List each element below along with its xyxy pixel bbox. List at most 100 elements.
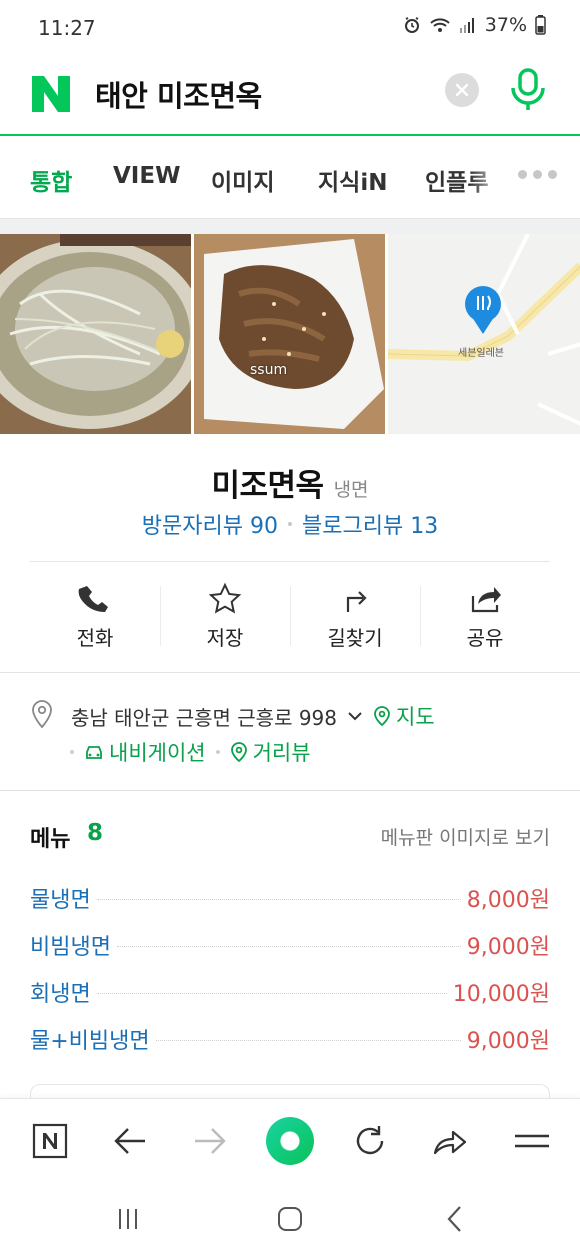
search-tabs: 통합 VIEW 이미지 지식iN 인플루 <box>0 136 580 218</box>
refresh-button[interactable] <box>348 1119 392 1163</box>
browser-toolbar <box>0 1098 580 1182</box>
green-dot-icon[interactable] <box>266 1117 314 1165</box>
directions-icon <box>346 591 367 612</box>
menu-item-name: 물냉면 <box>30 881 97 914</box>
alarm-icon <box>404 17 419 33</box>
more-dots-icon[interactable] <box>518 170 557 179</box>
menu-count: 8 <box>87 820 104 846</box>
menu-item[interactable]: 물+비빔냉면 9,000원 <box>30 1015 550 1062</box>
status-time: 11:27 <box>38 16 96 40</box>
divider <box>0 790 580 791</box>
menu-item-name: 물+비빔냉면 <box>30 1022 156 1055</box>
map-link[interactable]: 지도 <box>373 701 435 731</box>
tab-integrated[interactable]: 통합 <box>30 163 72 197</box>
system-back-button[interactable] <box>436 1204 472 1234</box>
photo-strip: ssum 세븐일레븐 <box>0 234 580 434</box>
navigation-link[interactable]: 내비게이션 <box>84 737 206 767</box>
search-bar: 태안 미조면옥 <box>0 56 580 136</box>
menu-item-price: 9,000원 <box>460 1022 550 1055</box>
call-label: 전화 <box>76 626 114 650</box>
visitor-reviews-link[interactable]: 방문자리뷰 90 <box>142 508 278 540</box>
photo-bulgogi[interactable]: ssum <box>194 234 385 434</box>
place-category: 냉면 <box>333 479 369 501</box>
share-button[interactable]: 공유 <box>420 562 550 670</box>
dotted-leader <box>116 946 461 947</box>
map-link-label: 지도 <box>396 705 435 729</box>
search-input[interactable]: 태안 미조면옥 <box>95 73 262 115</box>
separator-dot <box>288 522 292 526</box>
recent-apps-button[interactable] <box>110 1204 146 1234</box>
location-pin-icon <box>32 700 52 729</box>
map-thumbnail[interactable]: 세븐일레븐 <box>388 234 580 434</box>
directions-label: 길찾기 <box>327 626 383 650</box>
wifi-icon <box>430 18 450 32</box>
menu-icon <box>515 1134 549 1148</box>
menu-item-price: 10,000원 <box>446 975 550 1008</box>
menu-image-link[interactable]: 메뉴판 이미지로 보기 <box>381 823 550 850</box>
refresh-icon <box>356 1126 384 1155</box>
menu-item[interactable]: 비빔냉면 9,000원 <box>30 921 550 968</box>
chevron-down-icon[interactable] <box>347 708 363 724</box>
map-pin-icon <box>374 706 390 726</box>
tab-view[interactable]: VIEW <box>113 163 180 189</box>
photo-watermark: ssum <box>250 362 288 378</box>
dotted-leader <box>96 993 447 994</box>
signal-icon <box>459 18 474 33</box>
forward-button[interactable] <box>188 1119 232 1163</box>
photo-noodles[interactable] <box>0 234 191 434</box>
status-icons: 37% <box>403 14 546 36</box>
battery-icon <box>535 15 546 35</box>
recent-apps-icon <box>119 1209 137 1229</box>
back-button[interactable] <box>108 1119 152 1163</box>
navigation-label: 내비게이션 <box>109 741 206 765</box>
address-section: 충남 태안군 근흥면 근흥로 998 지도 내비게이션 거리뷰 <box>0 673 580 790</box>
place-name[interactable]: 미조면옥 <box>211 460 324 505</box>
microphone-icon[interactable] <box>508 64 548 114</box>
street-view-label: 거리뷰 <box>252 741 311 765</box>
car-icon <box>86 746 102 759</box>
share-icon <box>471 587 501 613</box>
back-arrow-icon <box>114 1128 145 1154</box>
share-toolbar-button[interactable] <box>428 1119 472 1163</box>
tabs-divider <box>0 218 580 234</box>
naver-home-button[interactable] <box>28 1119 72 1163</box>
action-row: 전화 저장 길찾기 공유 <box>30 562 550 670</box>
directions-button[interactable]: 길찾기 <box>290 562 420 670</box>
tabs-fade <box>470 136 510 218</box>
system-nav-bar <box>0 1182 580 1257</box>
menu-button[interactable] <box>510 1119 554 1163</box>
home-icon <box>278 1207 302 1231</box>
phone-icon <box>78 586 108 612</box>
menu-item-name: 회냉면 <box>30 975 97 1008</box>
status-bar: 11:27 37% <box>0 0 580 56</box>
share-arrow-icon <box>433 1130 467 1155</box>
menu-item-price: 8,000원 <box>460 881 550 914</box>
tab-images[interactable]: 이미지 <box>211 163 274 197</box>
blog-reviews-link[interactable]: 블로그리뷰 13 <box>302 508 438 540</box>
tab-knowledge-in[interactable]: 지식iN <box>318 163 387 197</box>
menu-title: 메뉴 <box>30 827 71 852</box>
naver-home-icon <box>32 1123 68 1159</box>
naver-logo-icon[interactable] <box>30 74 72 114</box>
save-button[interactable]: 저장 <box>160 562 290 670</box>
star-icon <box>208 582 242 614</box>
forward-arrow-icon <box>195 1128 226 1154</box>
clear-search-button[interactable] <box>445 73 479 107</box>
menu-header: 메뉴 8 메뉴판 이미지로 보기 <box>30 818 550 854</box>
map-poi-label: 세븐일레븐 <box>458 348 504 359</box>
address-text[interactable]: 충남 태안군 근흥면 근흥로 998 <box>71 702 337 731</box>
chevron-left-icon <box>447 1206 461 1232</box>
save-label: 저장 <box>206 626 244 650</box>
call-button[interactable]: 전화 <box>30 562 160 670</box>
separator-dot <box>70 750 74 754</box>
street-view-link[interactable]: 거리뷰 <box>230 737 311 767</box>
menu-list: 물냉면 8,000원 비빔냉면 9,000원 회냉면 10,000원 물+비빔냉… <box>30 874 550 1062</box>
dotted-leader <box>96 899 461 900</box>
street-view-pin-icon <box>230 742 247 762</box>
menu-item[interactable]: 물냉면 8,000원 <box>30 874 550 921</box>
menu-item-name: 비빔냉면 <box>30 928 117 961</box>
close-icon <box>455 83 469 97</box>
menu-item[interactable]: 회냉면 10,000원 <box>30 968 550 1015</box>
home-button[interactable] <box>272 1204 308 1234</box>
menu-item-price: 9,000원 <box>460 928 550 961</box>
